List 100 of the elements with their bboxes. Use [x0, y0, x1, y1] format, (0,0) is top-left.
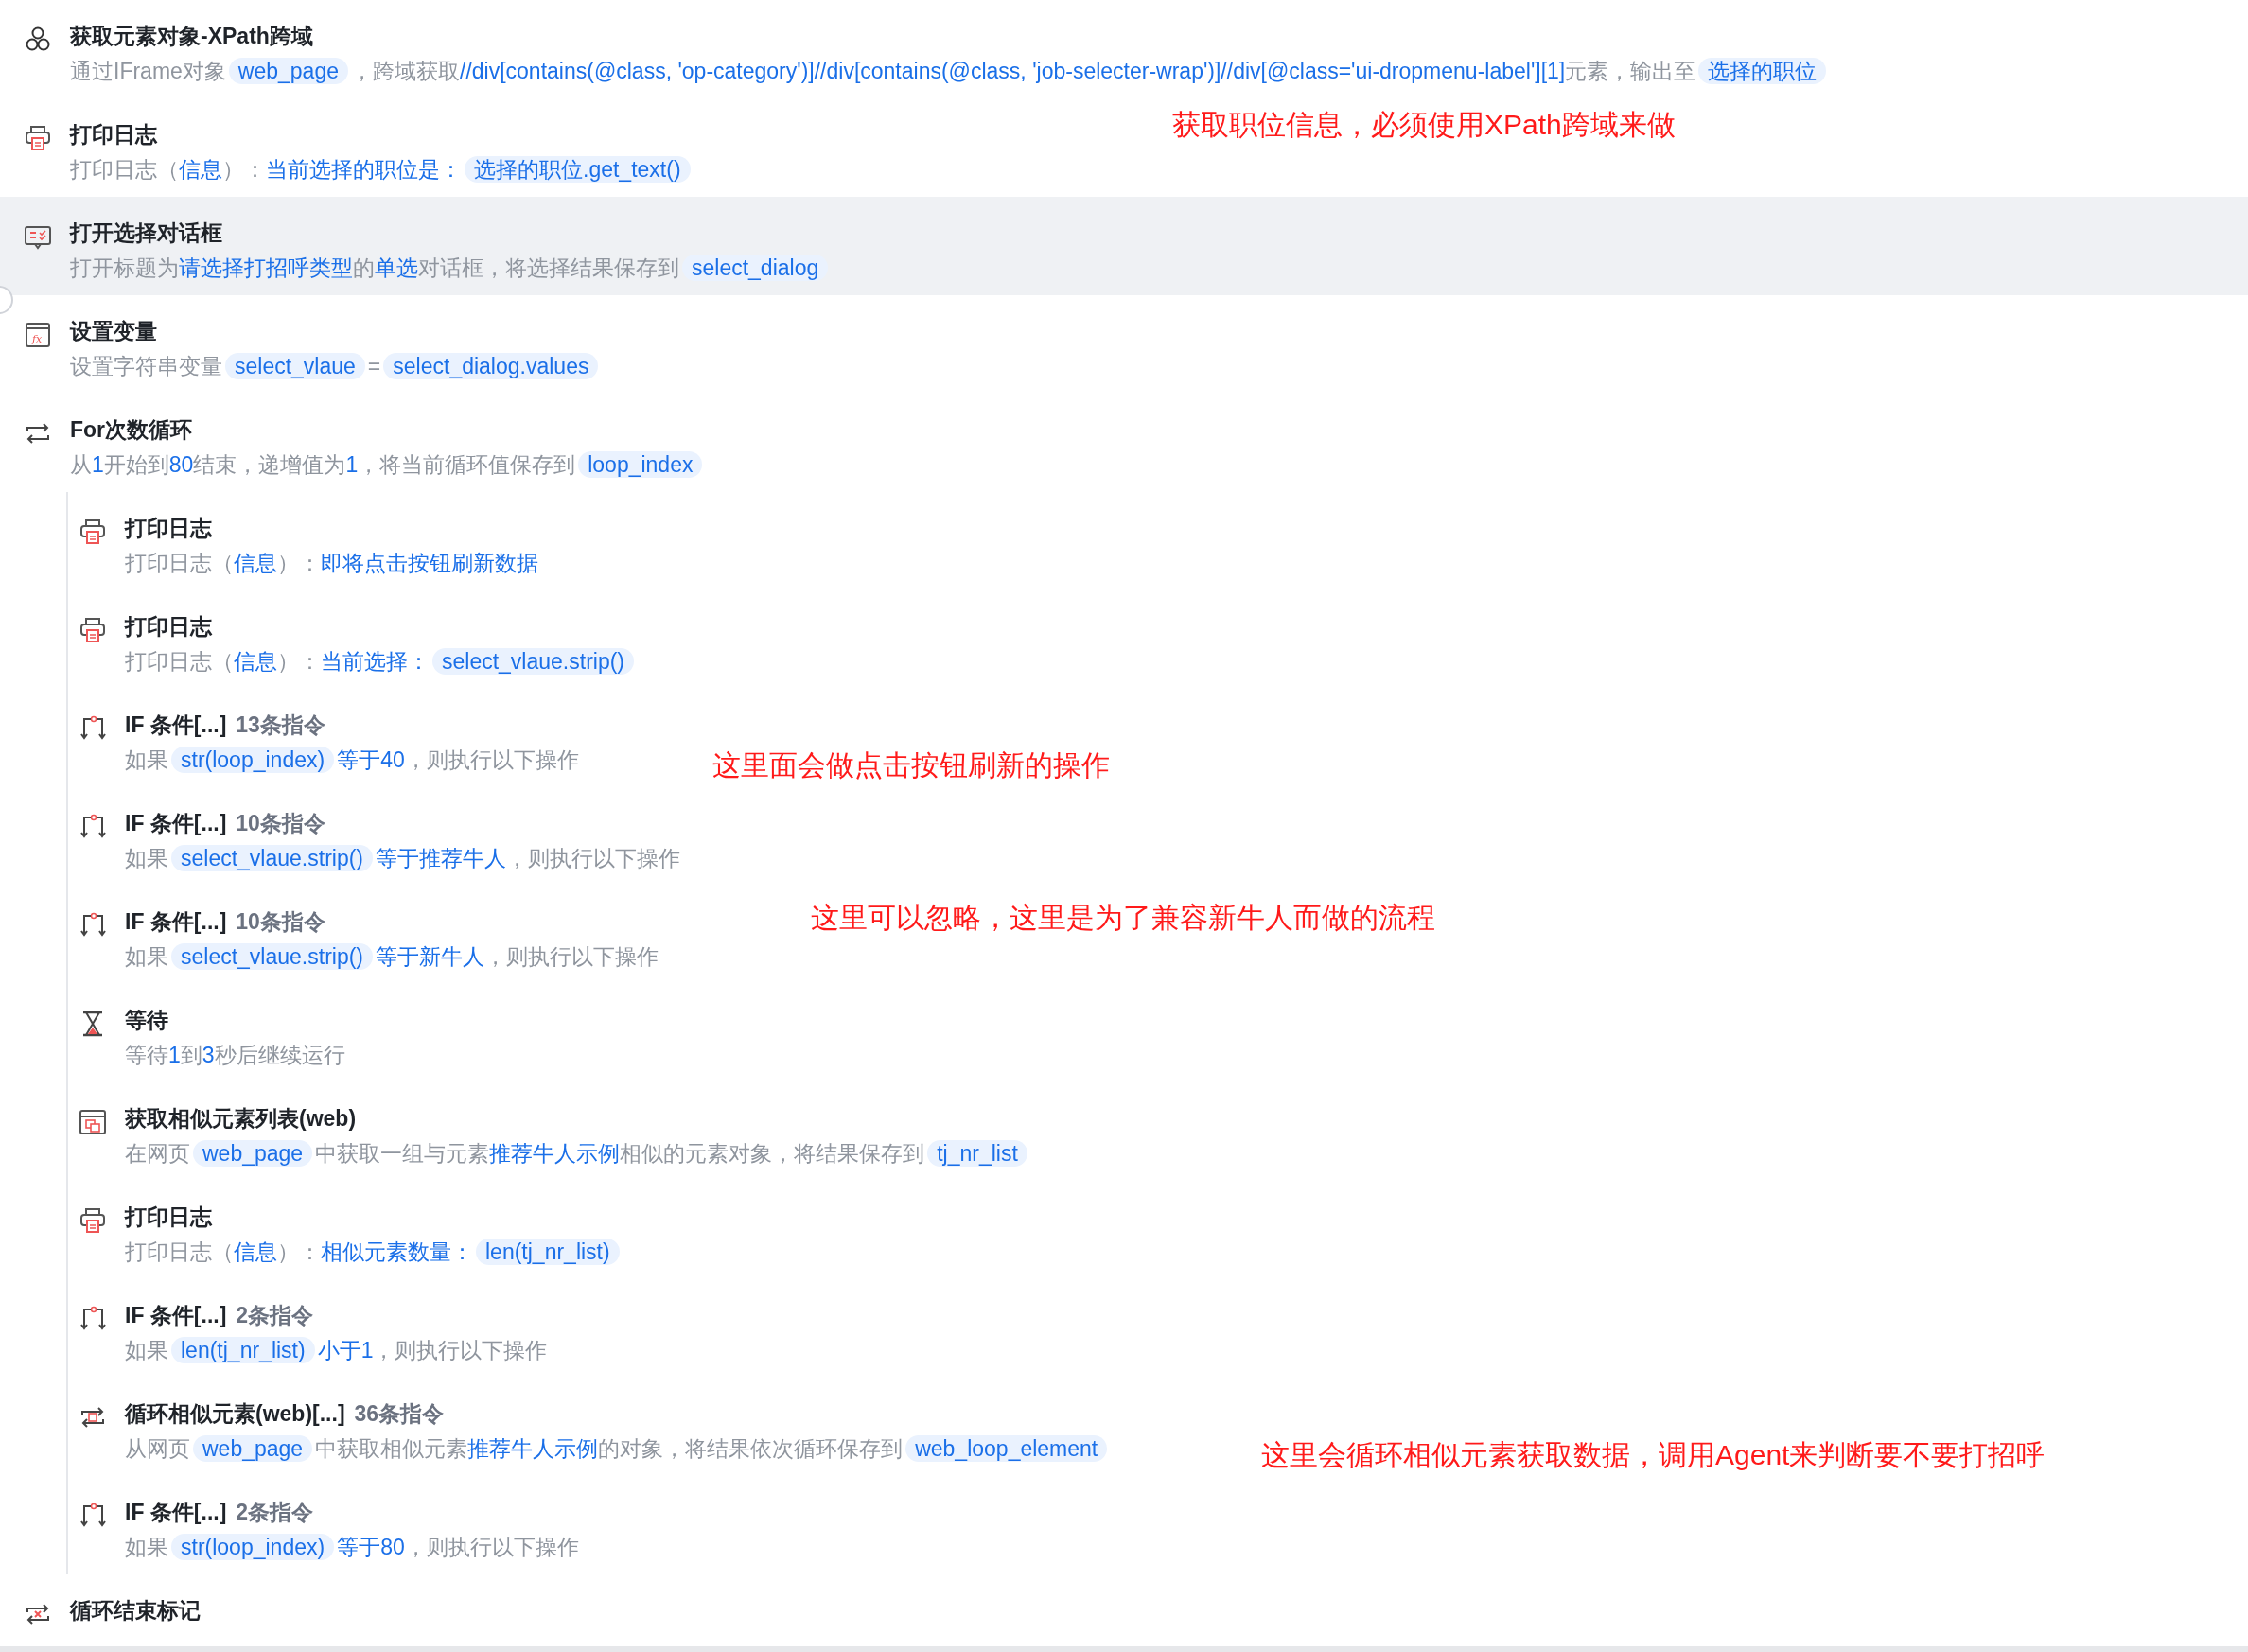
parameter-link[interactable]: 请选择打招呼类型	[179, 255, 353, 280]
step-row[interactable]: IF 条件[...] 10条指令 如果 select_vlaue.strip() 等于推荐牛人，则执行以下操作	[78, 787, 704, 886]
parameter-link[interactable]: 信息	[234, 551, 277, 575]
description-text: 到	[180, 1043, 202, 1067]
variable-tag[interactable]: web_loop_element	[905, 1435, 1108, 1462]
variable-tag[interactable]: web_page	[193, 1435, 313, 1462]
parameter-link[interactable]: //div[contains(@class, 'op-category')]//div[contains(@class, 'job-selecter-wrap')]//div[@class='ui-dropmenu-label'][1]	[460, 59, 1566, 83]
description-text: 设置字符串变量	[70, 354, 222, 378]
annotation-note: 这里会循环相似元素获取数据，调用Agent来判断要不要打招呼	[1261, 1438, 2046, 1472]
step-row[interactable]: 获取元素对象-XPath跨域 通过IFrame对象 web_page ，跨域获取//div[contains(@class, 'op-category')]//div[contains(@class, 'job-selecter-wrap')]//div[@class='ui-dropmenu-label'][1]元素，输出至 选择的职位	[0, 0, 1853, 98]
parameter-link[interactable]: 等于40	[337, 747, 405, 772]
step-row[interactable]: 打开选择对话框 打开标题为请选择打招呼类型的单选对话框，将选择结果保存到 select_dialog	[0, 197, 2248, 295]
parameter-link[interactable]: 3	[202, 1043, 215, 1067]
variable-tag[interactable]: len(tj_nr_list)	[171, 1337, 315, 1363]
browser-window-icon	[78, 1107, 108, 1137]
description-text: 从	[70, 452, 92, 477]
description-text: 打开标题为	[70, 255, 179, 280]
description-text: 中获取一组与元素	[315, 1141, 490, 1166]
step-row[interactable]: For次数循环 从1开始到80结束，递增值为1，将当前循环值保存到 loop_index	[0, 394, 729, 492]
parameter-link[interactable]: 推荐牛人示例	[489, 1141, 621, 1166]
description-text: 如果	[125, 846, 168, 870]
step-title: IF 条件[...]	[125, 712, 227, 737]
step-row[interactable]: 循环结束标记	[0, 1574, 223, 1652]
step-title: 打印日志	[125, 515, 214, 542]
description-text: ，则执行以下操作	[506, 846, 681, 870]
step-row[interactable]: IF 条件[...] 2条指令 如果 str(loop_index) 等于80，则执行以下操作	[78, 1476, 602, 1574]
parameter-link[interactable]: 当前选择：	[321, 649, 430, 674]
variable-tag[interactable]: 选择的职位	[1698, 58, 1827, 84]
parameter-link[interactable]: 单选	[375, 255, 418, 280]
description-text: 打印日志（	[125, 551, 234, 575]
step-title: IF 条件[...]	[125, 909, 227, 934]
step-title: 循环相似元素(web)[...]	[125, 1401, 345, 1426]
variable-tag[interactable]: str(loop_index)	[171, 1534, 335, 1560]
parameter-link[interactable]: 80	[168, 452, 194, 477]
variable-tag[interactable]: select_vlaue.strip()	[171, 943, 374, 970]
parameter-link[interactable]: 1	[345, 452, 359, 477]
description-text: 开始到	[103, 452, 169, 477]
description-text: ，则执行以下操作	[404, 747, 579, 772]
step-row[interactable]: 打印日志 打印日志（信息）：即将点击按钮刷新数据	[78, 492, 561, 590]
description-text: 打印日志（	[125, 1239, 234, 1264]
annotation-note: 这里面会做点击按钮刷新的操作	[712, 748, 1110, 782]
step-row[interactable]: 等待 等待1到3秒后继续运行	[78, 984, 368, 1082]
step-title: 获取元素对象-XPath跨域	[70, 23, 314, 50]
description-text: ）：	[222, 157, 266, 182]
description-text: 通过IFrame对象	[70, 59, 226, 83]
instruction-count: 10条指令	[236, 811, 325, 835]
printer-icon	[78, 517, 108, 547]
description-text: 结束，递增值为	[193, 452, 346, 477]
step-row[interactable]: 打印日志 打印日志（信息）：当前选择： select_vlaue.strip()	[78, 590, 660, 689]
variable-tag[interactable]: loop_index	[578, 451, 703, 478]
parameter-link[interactable]: 等于推荐牛人	[376, 846, 507, 870]
parameter-link[interactable]: 相似元素数量：	[321, 1239, 473, 1264]
description-text: 相似的元素对象，将结果保存到	[620, 1141, 925, 1166]
variable-tag[interactable]: web_page	[193, 1140, 313, 1167]
variable-tag[interactable]: select_dialog	[682, 255, 829, 281]
parameter-link[interactable]: 当前选择的职位是：	[266, 157, 462, 182]
description-text: 在网页	[125, 1141, 190, 1166]
step-row[interactable]: 打印日志 打印日志（信息）：当前选择的职位是： 选择的职位.get_text()	[0, 98, 716, 197]
function-icon: fx	[23, 320, 53, 350]
step-row[interactable]: IF 条件[...] 13条指令 如果 str(loop_index) 等于40，则执行以下操作	[78, 689, 602, 787]
step-row[interactable]: 打印日志 打印日志（信息）：相似元素数量： len(tj_nr_list)	[78, 1181, 645, 1279]
step-row[interactable]: 获取相似元素列表(web) 在网页 web_page 中获取一组与元素推荐牛人示例相似的元素对象，将结果保存到 tj_nr_list	[78, 1082, 1053, 1181]
step-title: 打印日志	[125, 1204, 214, 1231]
variable-tag[interactable]: len(tj_nr_list)	[476, 1239, 620, 1265]
parameter-link[interactable]: 1	[92, 452, 104, 477]
description-text: 的	[353, 255, 375, 280]
printer-icon	[23, 123, 53, 153]
parameter-link[interactable]: 等于80	[337, 1535, 405, 1559]
instruction-count: 13条指令	[236, 712, 325, 737]
parameter-link[interactable]: 信息	[234, 1239, 277, 1264]
parameter-link[interactable]: 等于新牛人	[376, 944, 485, 969]
parameter-link[interactable]: 小于1	[317, 1338, 374, 1362]
step-title: 打开选择对话框	[70, 220, 223, 247]
parameter-link[interactable]: 推荐牛人示例	[467, 1436, 599, 1461]
variable-tag[interactable]: select_vlaue.strip()	[432, 648, 635, 675]
step-row[interactable]: fx 设置变量 设置字符串变量 select_vlaue = select_dialog.values	[0, 295, 624, 394]
printer-icon	[78, 615, 108, 645]
step-row[interactable]: IF 条件[...] 2条指令 如果 len(tj_nr_list) 小于1，则执行以下操作	[78, 1279, 571, 1378]
description-text: 中获取相似元素	[315, 1436, 468, 1461]
variable-tag[interactable]: web_page	[228, 58, 348, 84]
description-text: 等待	[125, 1043, 168, 1067]
description-text: 秒后继续运行	[214, 1043, 345, 1067]
step-title: IF 条件[...]	[125, 1500, 227, 1524]
variable-tag[interactable]: 选择的职位.get_text()	[465, 156, 691, 183]
variable-tag[interactable]: select_vlaue	[225, 353, 365, 379]
variable-tag[interactable]: tj_nr_list	[927, 1140, 1027, 1167]
parameter-link[interactable]: 1	[168, 1043, 181, 1067]
variable-tag[interactable]: select_vlaue.strip()	[171, 845, 374, 871]
description-text: 如果	[125, 747, 168, 772]
step-title: IF 条件[...]	[125, 811, 227, 835]
description-text: ）：	[277, 551, 321, 575]
variable-tag[interactable]: select_dialog.values	[383, 353, 599, 379]
step-row[interactable]: IF 条件[...] 10条指令 如果 select_vlaue.strip() 等于新牛人，则执行以下操作	[78, 886, 682, 984]
parameter-link[interactable]: 信息	[234, 649, 277, 674]
step-title: IF 条件[...]	[125, 1303, 227, 1327]
step-row[interactable]: 循环相似元素(web)[...] 36条指令 从网页 web_page 中获取相似元素推荐牛人示例的对象，将结果依次循环保存到 web_loop_element	[78, 1378, 1133, 1476]
variable-tag[interactable]: str(loop_index)	[171, 747, 335, 773]
parameter-link[interactable]: 即将点击按钮刷新数据	[321, 551, 538, 575]
parameter-link[interactable]: 信息	[179, 157, 222, 182]
description-text: =	[367, 354, 381, 378]
